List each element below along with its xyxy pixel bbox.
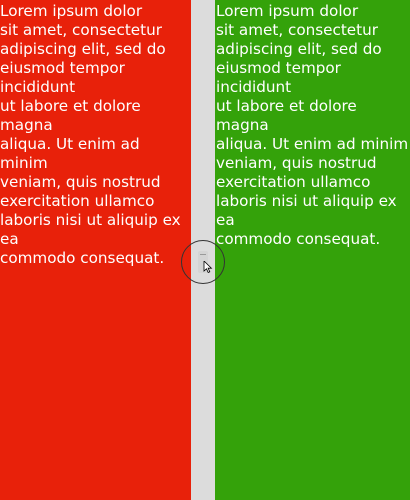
left-pane-text: Lorem ipsum dolor sit amet, consectetur … xyxy=(0,2,181,267)
pointer-cursor-icon xyxy=(203,261,213,273)
divider-drag-handle[interactable] xyxy=(181,240,225,284)
right-pane-text: Lorem ipsum dolor sit amet, consectetur … xyxy=(216,2,409,248)
split-divider[interactable] xyxy=(181,0,225,500)
right-pane: Lorem ipsum dolor sit amet, consectetur … xyxy=(215,0,410,500)
left-pane: Lorem ipsum dolor sit amet, consectetur … xyxy=(0,0,191,500)
split-view: Lorem ipsum dolor sit amet, consectetur … xyxy=(0,0,410,500)
